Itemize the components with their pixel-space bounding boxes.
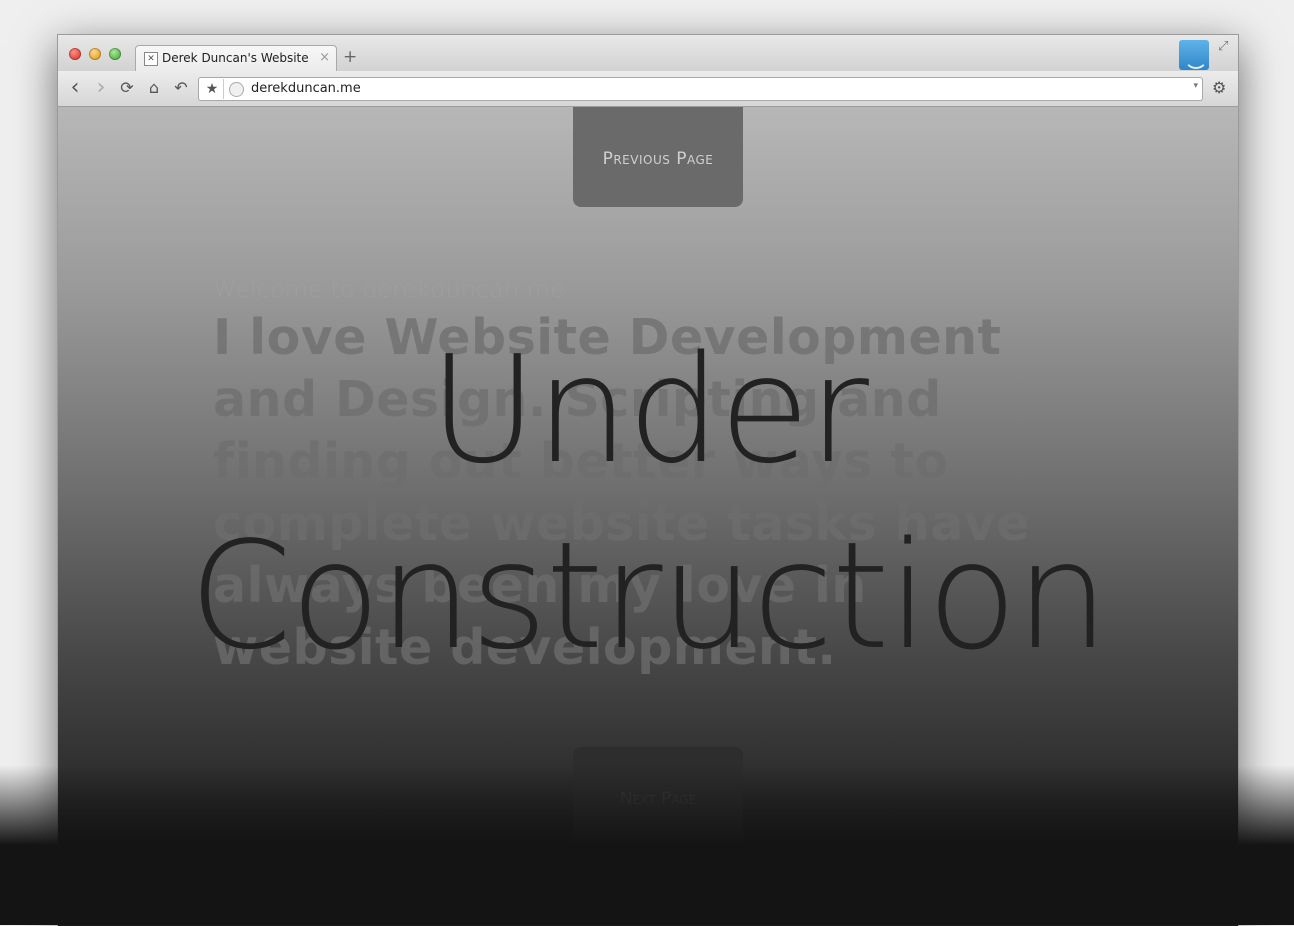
- previous-page-button[interactable]: Previous Page: [573, 107, 743, 207]
- chevron-down-icon[interactable]: ▾: [1193, 81, 1198, 91]
- zoom-window-button[interactable]: [109, 48, 121, 60]
- forward-button[interactable]: ›: [92, 77, 110, 99]
- minimize-window-button[interactable]: [89, 48, 101, 60]
- favicon-icon: ✕: [144, 52, 158, 66]
- url-text[interactable]: derekduncan.me: [251, 80, 361, 98]
- bookmark-star-icon[interactable]: ★: [201, 79, 224, 99]
- tab-close-icon[interactable]: ×: [319, 50, 330, 65]
- site-info-icon[interactable]: [229, 82, 244, 97]
- home-button[interactable]: ⌂: [145, 79, 163, 97]
- address-bar[interactable]: ★ derekduncan.me ▾: [198, 77, 1203, 101]
- smiley-icon: [1184, 45, 1208, 69]
- bottom-fade: [0, 765, 1294, 925]
- browser-tab[interactable]: ✕ Derek Duncan's Website ×: [135, 45, 337, 72]
- tab-title: Derek Duncan's Website: [162, 51, 309, 65]
- under-construction-overlay: Under Construction: [58, 317, 1238, 689]
- undo-button[interactable]: ↶: [172, 79, 190, 97]
- overlay-line-2: Construction: [188, 510, 1109, 682]
- overlay-line-1: Under: [429, 324, 869, 496]
- title-bar: ✕ Derek Duncan's Website × + ⤢: [58, 35, 1238, 72]
- new-tab-button[interactable]: +: [343, 47, 357, 67]
- browser-toolbar: ‹ › ⟳ ⌂ ↶ ★ derekduncan.me ▾ ⚙: [58, 71, 1238, 107]
- profile-avatar[interactable]: [1179, 40, 1209, 70]
- back-button[interactable]: ‹: [66, 77, 84, 99]
- fullscreen-icon[interactable]: ⤢: [1218, 39, 1228, 54]
- welcome-heading: Welcome to derekduncan.me: [213, 275, 565, 303]
- reload-button[interactable]: ⟳: [118, 79, 136, 97]
- close-window-button[interactable]: [69, 48, 81, 60]
- settings-gear-icon[interactable]: ⚙: [1212, 79, 1226, 97]
